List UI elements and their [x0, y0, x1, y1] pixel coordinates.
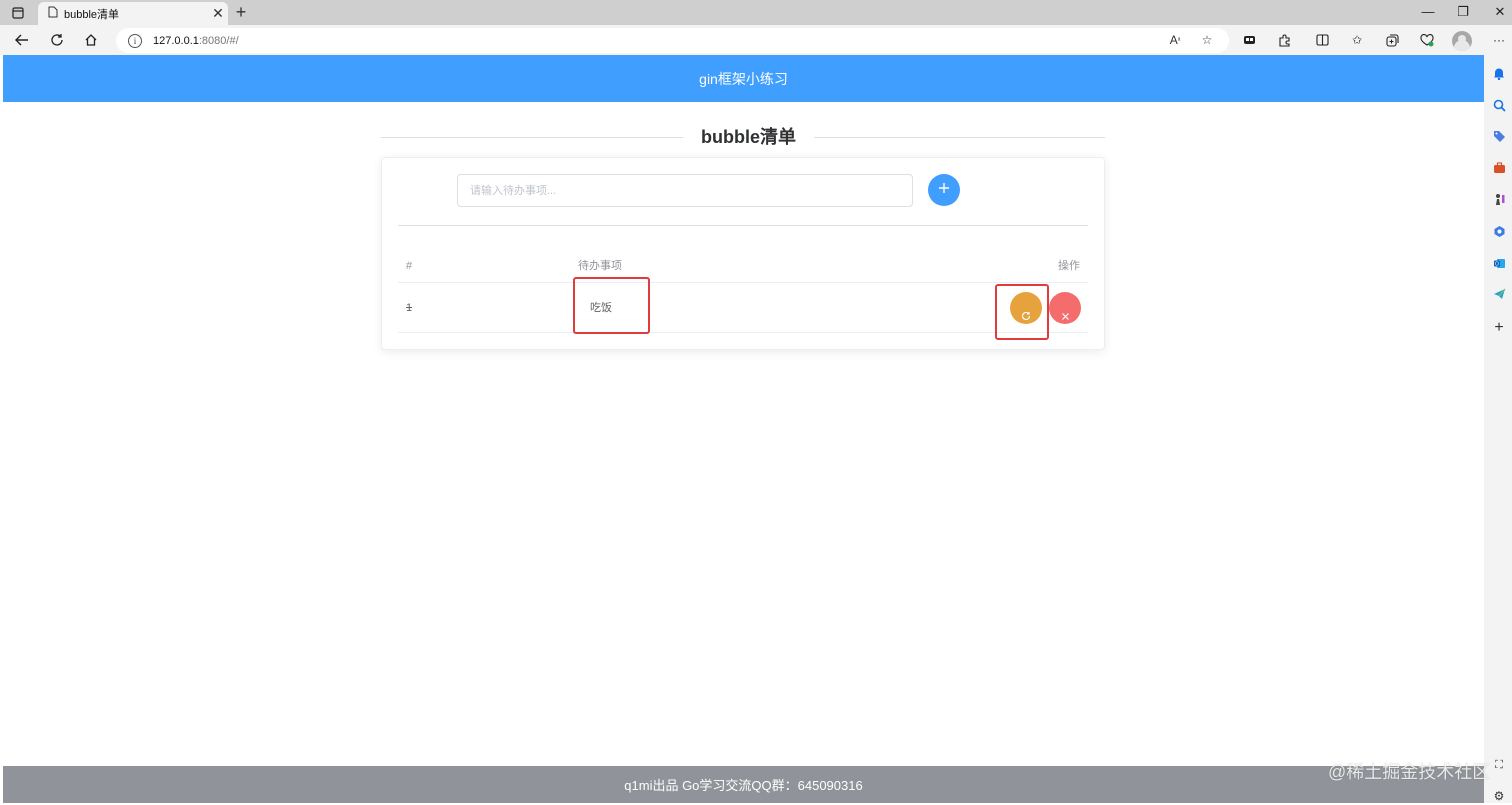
- favorites-icon[interactable]: ✩: [1346, 30, 1368, 50]
- page-icon: [48, 5, 58, 23]
- todo-input[interactable]: [457, 174, 913, 207]
- card-separator: [398, 225, 1088, 226]
- add-icon[interactable]: +: [1490, 319, 1508, 337]
- split-screen-icon[interactable]: [1311, 30, 1333, 50]
- copilot-icon[interactable]: [1490, 222, 1508, 240]
- new-tab-icon[interactable]: +: [232, 3, 250, 21]
- browser-tab[interactable]: bubble清单 ✕: [38, 2, 228, 25]
- footer-text: q1mi出品 Go学习交流QQ群：645090316: [624, 778, 863, 793]
- app-header: gin框架小练习: [3, 55, 1484, 102]
- tab-actions-icon[interactable]: [8, 4, 28, 22]
- url-host: 127.0.0.1: [153, 34, 199, 47]
- performance-icon[interactable]: [1416, 30, 1438, 50]
- url-path: :8080/#/: [198, 34, 239, 47]
- section-divider: bubble清单: [381, 125, 1105, 149]
- home-icon[interactable]: [80, 30, 102, 50]
- close-icon: [1061, 292, 1070, 342]
- more-icon[interactable]: ···: [1488, 30, 1510, 50]
- web-page: gin框架小练习 bubble清单 # 待办事项 操作 1 吃饭: [3, 55, 1484, 803]
- read-aloud-icon[interactable]: Aᵃ: [1164, 30, 1186, 50]
- refresh-icon[interactable]: [46, 30, 68, 50]
- extensions-icon[interactable]: [1238, 30, 1260, 50]
- telegram-icon[interactable]: [1490, 285, 1508, 303]
- watermark: @稀土掘金技术社区: [1328, 762, 1491, 782]
- restore-icon[interactable]: ❐: [1445, 3, 1481, 21]
- collections-icon[interactable]: [1381, 30, 1403, 50]
- todo-table: # 待办事项 操作 1 吃饭: [398, 249, 1088, 333]
- tab-title: bubble清单: [64, 8, 120, 21]
- settings-icon[interactable]: ⚙: [1490, 787, 1508, 805]
- tag-icon[interactable]: [1490, 127, 1508, 145]
- favorite-icon[interactable]: ☆: [1196, 30, 1218, 50]
- header-op: 操作: [1058, 260, 1080, 272]
- url-text: 127.0.0.1:8080/#/: [153, 35, 239, 47]
- address-bar[interactable]: i 127.0.0.1:8080/#/: [116, 28, 1229, 53]
- site-info-icon[interactable]: i: [128, 33, 142, 48]
- sidebar-hide-icon[interactable]: ⛶: [1490, 756, 1508, 774]
- browser-toolbar: i 127.0.0.1:8080/#/ Aᵃ ☆ ✩ ···: [0, 25, 1512, 55]
- section-title: bubble清单: [683, 125, 814, 149]
- highlight-box-undo: [995, 284, 1049, 340]
- row-id: 1: [406, 302, 413, 314]
- header-id: #: [406, 260, 413, 272]
- briefcase-icon[interactable]: [1490, 159, 1508, 177]
- close-window-icon[interactable]: ✕: [1482, 3, 1512, 21]
- outlook-icon[interactable]: O: [1490, 254, 1508, 272]
- chess-icon[interactable]: [1490, 190, 1508, 208]
- plus-icon: [938, 181, 950, 199]
- table-row: 1 吃饭: [398, 283, 1088, 333]
- bell-icon[interactable]: [1490, 64, 1508, 82]
- profile-avatar[interactable]: [1452, 31, 1472, 51]
- close-tab-icon[interactable]: ✕: [208, 5, 228, 22]
- table-header: # 待办事项 操作: [398, 249, 1088, 283]
- back-icon[interactable]: [11, 30, 33, 50]
- page-footer: q1mi出品 Go学习交流QQ群：645090316: [3, 766, 1484, 803]
- minimize-icon[interactable]: —: [1410, 3, 1446, 21]
- highlight-box-item: [573, 277, 650, 334]
- header-title: gin框架小练习: [699, 70, 788, 87]
- svg-text:O: O: [1495, 261, 1499, 267]
- search-icon[interactable]: [1490, 96, 1508, 114]
- puzzle-icon[interactable]: [1273, 30, 1295, 50]
- delete-button[interactable]: [1049, 292, 1081, 324]
- browser-tab-bar: bubble清单 ✕ + — ❐ ✕: [0, 0, 1512, 25]
- add-todo-button[interactable]: [928, 174, 960, 206]
